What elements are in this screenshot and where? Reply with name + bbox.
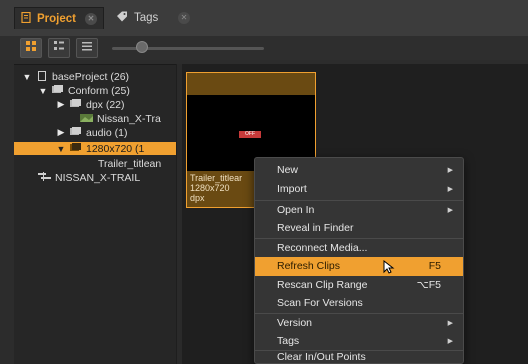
tab-label: Project <box>37 12 76 25</box>
submenu-arrow-icon: ▶ <box>447 207 453 214</box>
project-icon <box>35 70 48 83</box>
menu-shortcut: ⌥F5 <box>416 279 441 291</box>
expand-triangle-icon[interactable]: ▼ <box>22 72 32 82</box>
menu-item-refresh-clips[interactable]: Refresh Clips F5 <box>255 257 463 276</box>
tree-item-label: 1280x720 (1 <box>86 142 145 155</box>
menu-item-new[interactable]: New ▶ <box>255 161 463 180</box>
offline-badge: OFF <box>239 131 261 138</box>
tree-item-conform[interactable]: ▼ Conform (25) <box>14 84 176 97</box>
timeline-icon <box>38 172 51 183</box>
tree-item-label: Conform (25) <box>68 84 130 97</box>
menu-item-label: Version <box>277 317 313 329</box>
tab-project[interactable]: Project ✕ <box>14 7 104 29</box>
grid-view-icon[interactable] <box>20 38 42 58</box>
thumbnail-size-slider[interactable] <box>112 47 264 50</box>
tree-item-label: baseProject (26) <box>52 70 130 83</box>
menu-item-label: Open In <box>277 204 315 216</box>
collapsed-triangle-icon[interactable]: ▶ <box>56 99 66 110</box>
tree-item-1280x720[interactable]: ▼ 1280x720 (1 <box>14 142 176 155</box>
tab-label: Tags <box>134 12 159 24</box>
tree-item-baseproject[interactable]: ▼ baseProject (26) <box>14 70 176 83</box>
bin-icon <box>69 143 82 154</box>
menu-item-label: Tags <box>277 335 300 347</box>
context-menu: New ▶ Import ▶ Open In ▶ Reveal in Finde… <box>254 157 464 364</box>
close-icon[interactable]: ✕ <box>85 12 97 25</box>
menu-item-label: Scan For Versions <box>277 297 363 309</box>
close-icon[interactable]: ✕ <box>178 12 190 24</box>
expand-triangle-icon[interactable]: ▼ <box>56 144 66 154</box>
detail-view-icon[interactable] <box>48 38 70 58</box>
expand-triangle-icon[interactable]: ▼ <box>38 86 48 96</box>
clip-icon <box>80 113 93 124</box>
tab-tags[interactable]: Tags ✕ <box>110 7 196 29</box>
tree-item-label: dpx (22) <box>86 98 125 111</box>
menu-item-label: Refresh Clips <box>277 260 341 272</box>
project-tree: ▼ baseProject (26) ▼ Conform (25) ▶ dpx … <box>14 64 176 364</box>
menu-item-label: Import <box>277 183 307 195</box>
slider-handle[interactable] <box>136 41 149 53</box>
menu-item-reveal-in-finder[interactable]: Reveal in Finder <box>255 219 463 238</box>
menu-item-label: Reveal in Finder <box>277 222 354 234</box>
submenu-arrow-icon: ▶ <box>447 186 453 193</box>
menu-item-clear-in-out-points[interactable]: Clear In/Out Points <box>255 351 463 364</box>
tags-icon <box>116 11 128 25</box>
tree-item-dpx[interactable]: ▶ dpx (22) <box>14 98 176 111</box>
menu-item-label: Reconnect Media... <box>277 242 368 254</box>
list-view-icon[interactable] <box>76 38 98 58</box>
tree-item-label: Trailer_titlean <box>98 157 162 170</box>
menu-item-label: Clear In/Out Points <box>277 351 366 363</box>
submenu-arrow-icon: ▶ <box>447 320 453 327</box>
menu-item-open-in[interactable]: Open In ▶ <box>255 201 463 220</box>
view-toolbar <box>0 36 528 60</box>
project-icon <box>21 11 31 26</box>
submenu-arrow-icon: ▶ <box>447 338 453 345</box>
menu-item-rescan-clip-range[interactable]: Rescan Clip Range ⌥F5 <box>255 276 463 295</box>
tree-item-label: NISSAN_X-TRAIL <box>55 171 141 184</box>
thumbnail-header <box>187 73 315 95</box>
menu-item-label: Rescan Clip Range <box>277 279 368 291</box>
menu-shortcut: F5 <box>428 260 441 272</box>
bin-icon <box>69 127 82 138</box>
tree-item-trailer-clip[interactable]: Trailer_titlean <box>14 157 176 170</box>
tree-item-audio[interactable]: ▶ audio (1) <box>14 126 176 139</box>
bin-icon <box>51 85 64 96</box>
bin-icon <box>69 99 82 110</box>
menu-item-scan-for-versions[interactable]: Scan For Versions <box>255 294 463 313</box>
menu-item-reconnect-media[interactable]: Reconnect Media... <box>255 239 463 258</box>
menu-item-import[interactable]: Import ▶ <box>255 180 463 199</box>
tree-item-nissan-clip[interactable]: Nissan_X-Tra <box>14 112 176 125</box>
collapsed-triangle-icon[interactable]: ▶ <box>56 127 66 138</box>
panel-tab-bar: Project ✕ Tags ✕ <box>0 0 528 36</box>
tree-item-label: audio (1) <box>86 126 128 139</box>
menu-item-label: New <box>277 164 299 176</box>
menu-item-version[interactable]: Version ▶ <box>255 314 463 333</box>
tree-item-nissan-timeline[interactable]: NISSAN_X-TRAIL <box>14 171 176 184</box>
tree-item-label: Nissan_X-Tra <box>97 112 161 125</box>
menu-item-tags[interactable]: Tags ▶ <box>255 332 463 351</box>
submenu-arrow-icon: ▶ <box>447 167 453 174</box>
